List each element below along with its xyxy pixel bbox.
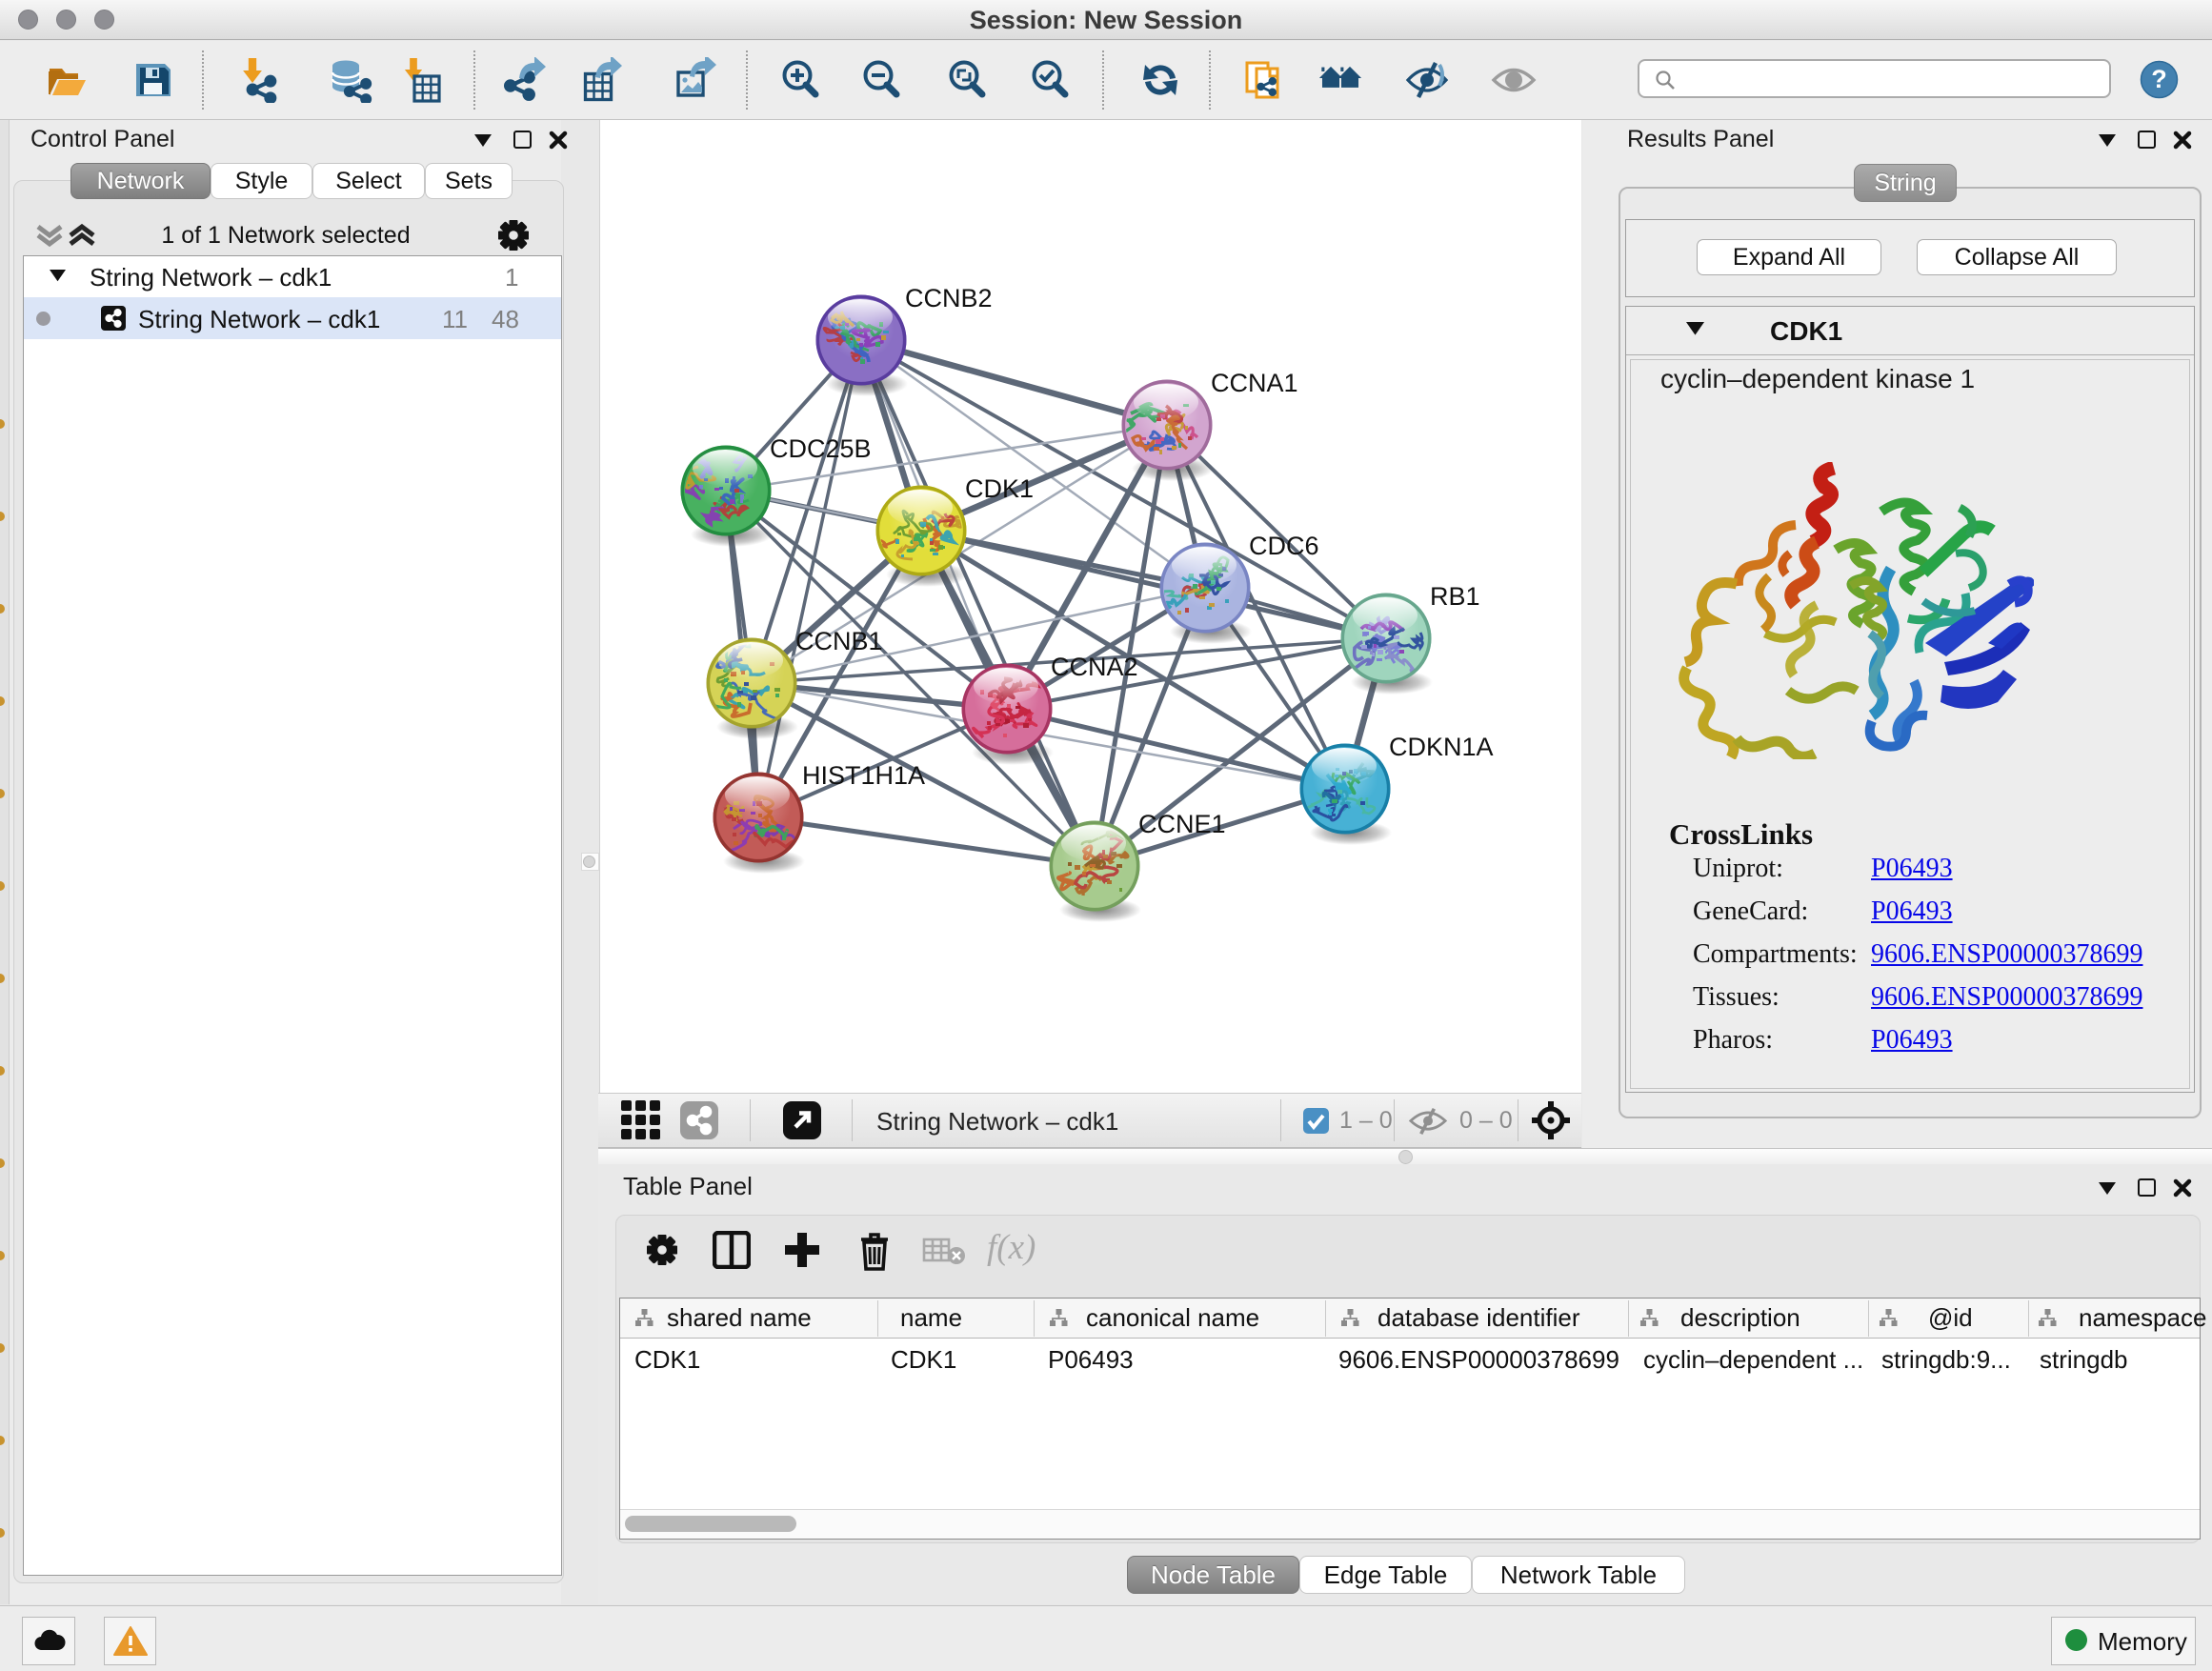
svg-text:CDC6: CDC6 xyxy=(1249,532,1319,560)
svg-text:CCNE1: CCNE1 xyxy=(1138,810,1226,838)
svg-text:HIST1H1A: HIST1H1A xyxy=(802,761,925,790)
svg-text:CDKN1A: CDKN1A xyxy=(1389,733,1494,761)
svg-text:CCNB1: CCNB1 xyxy=(795,627,883,655)
svg-text:CDK1: CDK1 xyxy=(965,474,1034,503)
svg-text:CDC25B: CDC25B xyxy=(770,434,872,463)
svg-text:CCNB2: CCNB2 xyxy=(905,284,993,312)
svg-text:?: ? xyxy=(2151,65,2167,93)
svg-text:CCNA1: CCNA1 xyxy=(1211,369,1298,397)
svg-text:RB1: RB1 xyxy=(1430,582,1480,611)
svg-text:CCNA2: CCNA2 xyxy=(1051,653,1138,681)
